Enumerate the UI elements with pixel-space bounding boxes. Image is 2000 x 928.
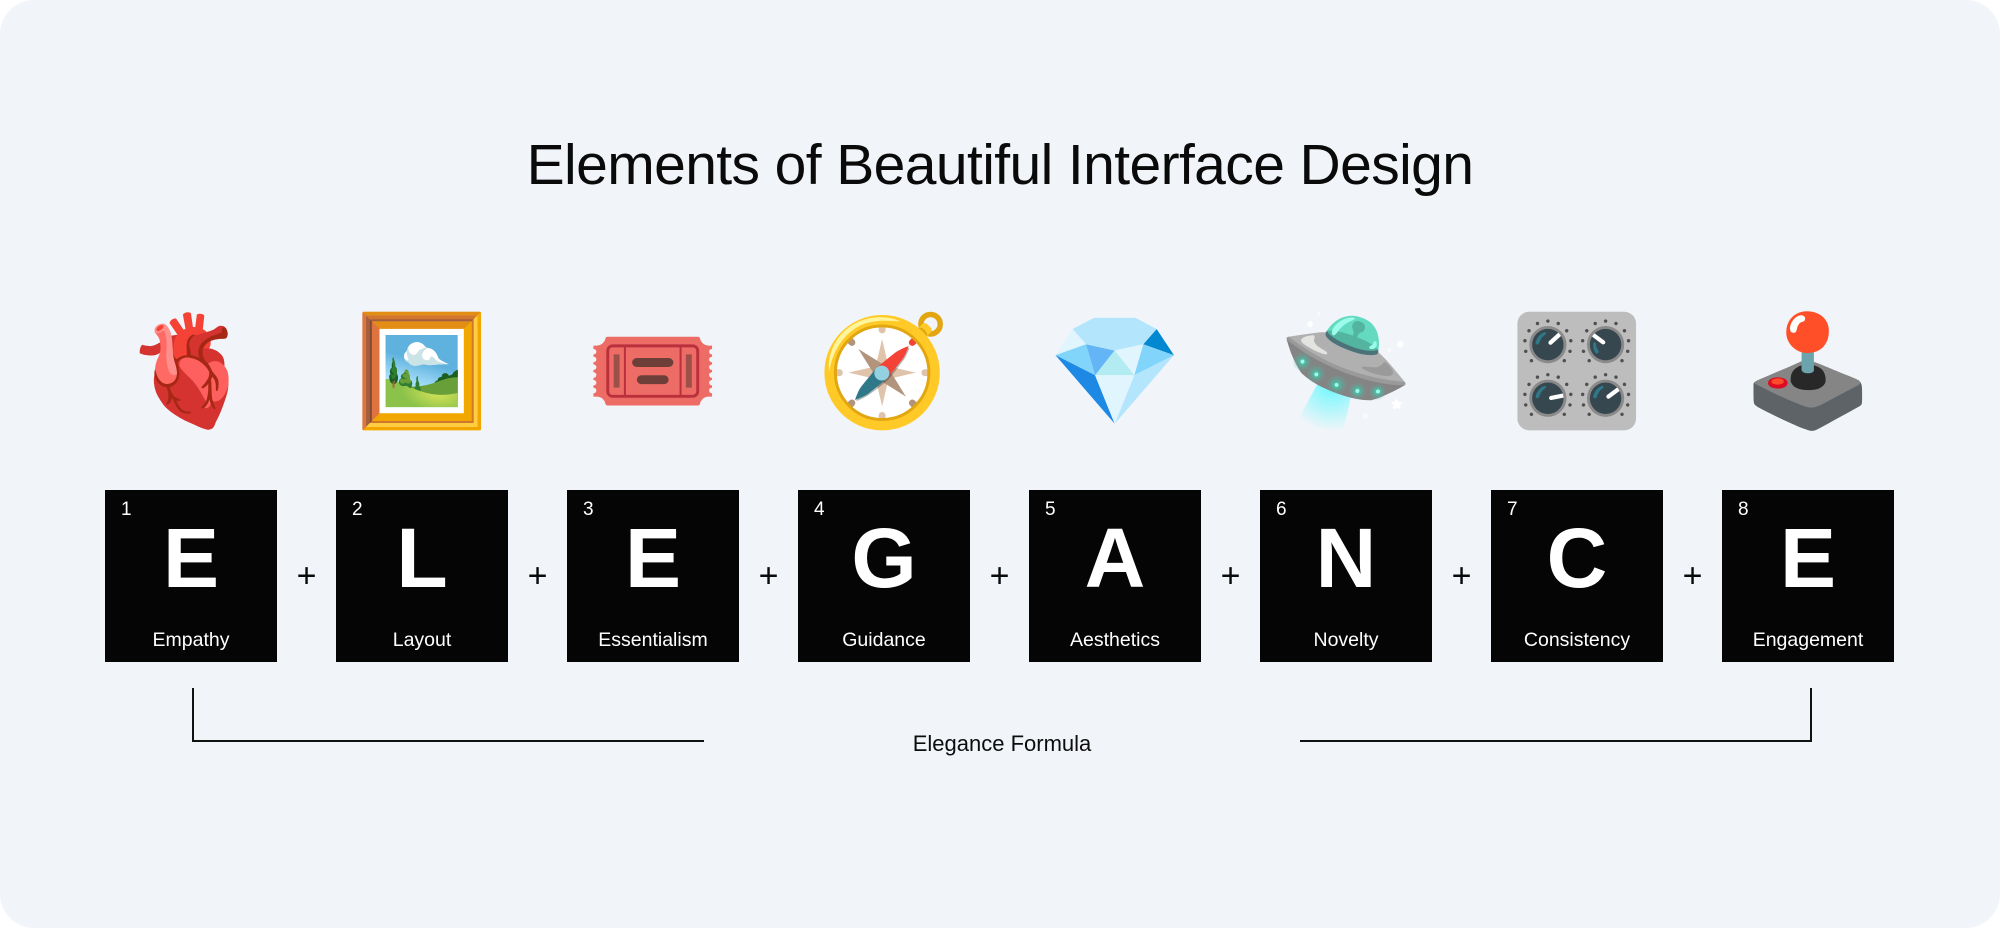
icon-gap [1663, 372, 1722, 373]
tile-word: Guidance [842, 628, 926, 651]
anatomical-heart-icon: 🫀 [123, 309, 259, 434]
admission-ticket-icon: 🎟️ [585, 309, 721, 434]
flying-saucer-icon: 🛸 [1278, 309, 1414, 434]
icon-gap [739, 372, 798, 373]
element-tile-aesthetics[interactable]: 5 A Aesthetics [1029, 490, 1201, 662]
tile-word: Essentialism [598, 628, 708, 651]
icon-cell-empathy: 🫀 [105, 292, 277, 452]
icon-gap [970, 372, 1029, 373]
element-tile-empathy[interactable]: 1 E Empathy [105, 490, 277, 662]
icon-gap [1432, 372, 1491, 373]
tile-word: Aesthetics [1070, 628, 1160, 651]
icon-cell-aesthetics: 💎 [1029, 292, 1201, 452]
plus-separator: + [1451, 557, 1472, 595]
tile-word: Novelty [1313, 628, 1379, 651]
element-tile-engagement[interactable]: 8 E Engagement [1722, 490, 1894, 662]
elements-row: 1 E Empathy +2 L Layout +3 E Essentialism +4 G Guid… [105, 490, 1895, 662]
element-tile-layout[interactable]: 2 L Layout [336, 490, 508, 662]
icon-cell-essentialism: 🎟️ [567, 292, 739, 452]
infographic-card: Elements of Beautiful Interface Design 🫀… [0, 0, 2000, 928]
plus-separator: + [1220, 557, 1241, 595]
tile-letter: A [1084, 511, 1146, 605]
tile-letter: L [396, 511, 448, 605]
icon-row: 🫀 🖼️ 🎟️ 🧭 💎 🛸 🎛️ 🕹️ [105, 292, 1895, 452]
framed-picture-icon: 🖼️ [354, 309, 490, 434]
plus-separator: + [1682, 557, 1703, 595]
icon-cell-layout: 🖼️ [336, 292, 508, 452]
element-tile-guidance[interactable]: 4 G Guidance [798, 490, 970, 662]
compass-icon: 🧭 [816, 309, 952, 434]
plus-separator: + [989, 557, 1010, 595]
gem-stone-icon: 💎 [1047, 309, 1183, 434]
element-tile-consistency[interactable]: 7 C Consistency [1491, 490, 1663, 662]
tile-letter: E [1779, 511, 1837, 605]
tile-letter: G [851, 511, 917, 605]
plus-separator: + [758, 557, 779, 595]
tile-word: Engagement [1752, 628, 1864, 651]
icon-gap [508, 372, 567, 373]
icon-cell-guidance: 🧭 [798, 292, 970, 452]
icon-cell-novelty: 🛸 [1260, 292, 1432, 452]
tile-letter: N [1315, 511, 1377, 605]
element-tile-novelty[interactable]: 6 N Novelty [1260, 490, 1432, 662]
joystick-icon: 🕹️ [1740, 309, 1876, 434]
tile-letter: E [624, 511, 682, 605]
page-title: Elements of Beautiful Interface Design [526, 133, 1474, 197]
bracket-label: Elegance Formula [912, 731, 1092, 756]
tile-word: Empathy [152, 628, 230, 651]
icon-cell-consistency: 🎛️ [1491, 292, 1663, 452]
elegance-formula-bracket: Elegance Formula [192, 688, 1812, 755]
tile-word: Layout [392, 628, 452, 651]
icon-cell-engagement: 🕹️ [1722, 292, 1894, 452]
tile-letter: C [1546, 511, 1608, 605]
control-knobs-icon: 🎛️ [1509, 309, 1645, 434]
icon-gap [277, 372, 336, 373]
element-tile-essentialism[interactable]: 3 E Essentialism [567, 490, 739, 662]
tile-word: Consistency [1523, 628, 1631, 651]
icon-gap [1201, 372, 1260, 373]
plus-separator: + [527, 557, 548, 595]
plus-separator: + [296, 557, 317, 595]
tile-letter: E [162, 511, 220, 605]
